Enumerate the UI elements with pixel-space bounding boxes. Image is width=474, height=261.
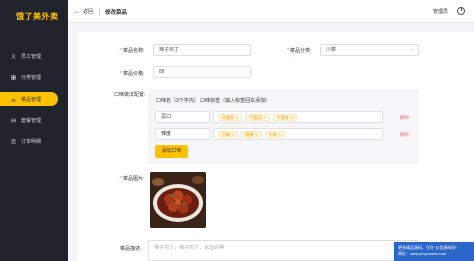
watermark-banner: 更多精品源码，尽在"从优源码网" 网址：www.ymycodes.com <box>394 242 474 261</box>
back-arrow-icon: ← <box>74 8 80 15</box>
combo-icon <box>11 118 16 122</box>
flavor-tag: 不要葱 × <box>218 113 243 121</box>
watermark-line: 网址：www.ymycodes.com <box>398 250 447 256</box>
description-textarea[interactable]: 辣子鸡丁，辣子鸡丁，永远的神 <box>148 240 419 261</box>
category-icon <box>11 74 16 80</box>
chevron-down-icon: ⌄ <box>409 47 414 53</box>
back-label: 返回 <box>83 9 94 15</box>
flavor-tags-input[interactable]: 不辣 × 微辣 × 中辣 × <box>213 128 383 140</box>
page-title: 修改菜品 <box>105 10 128 16</box>
flavor-tag: 微辣 × <box>241 130 262 138</box>
close-icon[interactable]: × <box>255 132 257 137</box>
close-icon[interactable]: × <box>279 132 281 137</box>
sidebar-item-label: 菜品管理 <box>21 96 42 103</box>
title-divider <box>99 8 100 15</box>
desc-label: 菜品描述: <box>120 246 142 252</box>
sidebar-item-order[interactable]: 订单明细 <box>0 134 58 148</box>
flavor-name-input[interactable]: 辣度 <box>155 128 210 140</box>
dish-image-upload[interactable] <box>150 172 206 228</box>
close-icon[interactable]: × <box>291 115 293 120</box>
logout-icon[interactable] <box>457 6 465 15</box>
close-icon[interactable]: × <box>263 115 265 120</box>
flavor-tags-input[interactable]: 不要葱 × 不要蒜 × 不要辣 × <box>213 111 383 123</box>
flavor-tag: 不要蒜 × <box>245 113 270 121</box>
price-input[interactable]: 88 <box>153 66 251 78</box>
flavor-label: 口味做法配置: <box>114 92 146 98</box>
flavor-tag: 不辣 × <box>218 130 239 138</box>
flavor-name-input[interactable]: 忌口 <box>155 111 210 123</box>
top-bar: ← 返回 修改菜品 管理员 <box>68 0 474 23</box>
sidebar-item-label: 套餐管理 <box>21 117 42 124</box>
close-icon[interactable]: × <box>236 115 238 120</box>
close-icon[interactable]: × <box>232 132 234 137</box>
name-label: *菜品名称: <box>120 48 145 54</box>
flavor-header: 口味名（3个字内） 口味标签（输入标签回车添加） <box>156 98 271 104</box>
sidebar: 饿了美外卖 员工管理 分类管理 菜品管理 套餐管理 订单明细 <box>0 0 68 261</box>
admin-label[interactable]: 管理员 <box>433 8 448 15</box>
category-select[interactable]: 川菜 ⌄ <box>320 44 419 56</box>
sidebar-item-dish[interactable]: 菜品管理 <box>0 92 58 106</box>
staff-icon <box>11 53 16 59</box>
sidebar-item-combo[interactable]: 套餐管理 <box>0 113 58 127</box>
dish-photo <box>150 172 206 228</box>
back-button[interactable]: ← 返回 <box>74 8 94 16</box>
dish-icon <box>11 97 16 102</box>
order-icon <box>11 138 16 144</box>
sidebar-item-category[interactable]: 分类管理 <box>0 70 58 84</box>
image-label: *菜品图片: <box>120 176 145 182</box>
delete-flavor-button[interactable]: 删除 <box>400 115 409 121</box>
category-label: *菜品分类: <box>287 48 312 54</box>
dish-name-input[interactable]: 辣子鸡丁 <box>153 44 251 56</box>
price-label: *菜品价格: <box>120 71 145 77</box>
flavor-config-box: 口味名（3个字内） 口味标签（输入标签回车添加） 忌口 不要葱 × 不要蒜 × 不要… <box>148 89 419 164</box>
delete-flavor-button[interactable]: 删除 <box>400 132 409 138</box>
add-flavor-button[interactable]: 添加口味 <box>155 145 188 158</box>
flavor-tag: 不要辣 × <box>272 113 298 121</box>
sidebar-item-label: 员工管理 <box>21 53 42 60</box>
sidebar-item-staff[interactable]: 员工管理 <box>0 49 58 63</box>
flavor-tag: 中辣 × <box>264 130 286 138</box>
sidebar-item-label: 分类管理 <box>21 74 42 81</box>
brand-logo: 饿了美外卖 <box>16 12 59 21</box>
sidebar-item-label: 订单明细 <box>21 138 42 145</box>
